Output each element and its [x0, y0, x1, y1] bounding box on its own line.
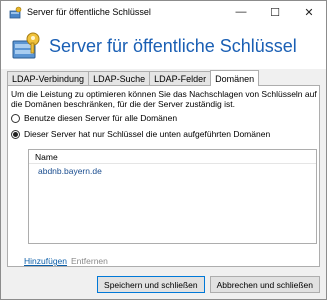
column-header-name[interactable]: Name [29, 150, 316, 164]
radio-selected-dot [13, 131, 18, 137]
save-and-close-button[interactable]: Speichern und schließen [97, 276, 205, 293]
option-all-domains-label: Benutze diesen Server für alle Domänen [24, 113, 178, 123]
page-title: Server für öffentliche Schlüssel [49, 35, 297, 56]
domains-panel: Um die Leistung zu optimieren können Sie… [7, 85, 320, 267]
radio-all-domains[interactable] [11, 113, 20, 123]
key-server-icon [12, 32, 40, 59]
domains-list[interactable]: Name abdnb.bayern.de [28, 149, 317, 244]
minimize-button[interactable]: — [224, 1, 258, 23]
tab-ldap-verbindung[interactable]: LDAP-Verbindung [7, 71, 90, 86]
list-actions: Hinzufügen Entfernen [24, 256, 112, 266]
add-domain-link[interactable]: Hinzufügen [24, 256, 67, 266]
dialog-footer: Speichern und schließen Abbrechen und sc… [1, 270, 326, 299]
cancel-and-close-button[interactable]: Abbrechen und schließen [209, 276, 320, 293]
title-bar[interactable]: Server für öffentliche Schlüssel — ☐ ✕ [1, 1, 326, 23]
list-item[interactable]: abdnb.bayern.de [29, 164, 316, 177]
tab-strip: LDAP-Verbindung LDAP-Suche LDAP-Felder D… [7, 70, 260, 86]
radio-listed-domains[interactable] [11, 129, 20, 139]
option-listed-domains-label: Dieser Server hat nur Schlüssel die unte… [24, 129, 271, 139]
dialog-header: Server für öffentliche Schlüssel [1, 23, 326, 69]
app-icon [7, 4, 23, 20]
close-button[interactable]: ✕ [292, 1, 326, 23]
option-listed-domains[interactable]: Dieser Server hat nur Schlüssel die unte… [11, 129, 270, 139]
tab-ldap-suche[interactable]: LDAP-Suche [88, 71, 151, 86]
option-all-domains[interactable]: Benutze diesen Server für alle Domänen [11, 113, 177, 123]
window-controls: — ☐ ✕ [224, 1, 326, 23]
remove-domain-link[interactable]: Entfernen [71, 256, 108, 266]
dialog-window: Server für öffentliche Schlüssel — ☐ ✕ S… [0, 0, 327, 300]
maximize-button[interactable]: ☐ [258, 1, 292, 23]
domains-description: Um die Leistung zu optimieren können Sie… [11, 89, 317, 109]
tab-domaenen[interactable]: Domänen [210, 70, 260, 86]
window-title: Server für öffentliche Schlüssel [27, 7, 151, 17]
tab-ldap-felder[interactable]: LDAP-Felder [149, 71, 212, 86]
